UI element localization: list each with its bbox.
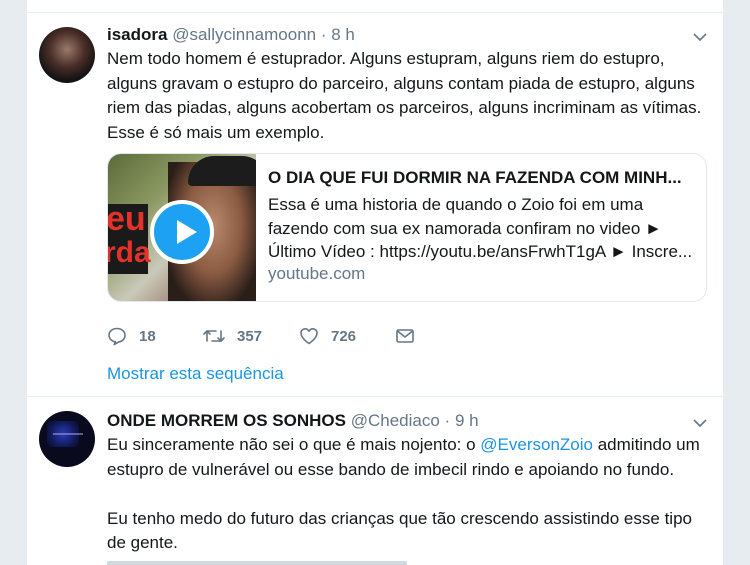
envelope-icon <box>396 329 414 343</box>
author-handle[interactable]: @sallycinnamoonn <box>172 25 316 44</box>
tweet-text-line: estupro de vulnerável ou esse bando de i… <box>107 459 675 479</box>
thumbnail-image <box>188 156 256 186</box>
play-icon[interactable] <box>150 200 214 264</box>
tweet-text-line: Eu sinceramente não sei o que é mais noj… <box>107 433 700 458</box>
direct-message-button[interactable] <box>395 326 427 346</box>
chevron-down-icon[interactable] <box>693 416 707 430</box>
tweet-text-line: Esse é só mais um exemplo. <box>107 122 325 142</box>
reply-count: 18 <box>139 327 156 345</box>
retweet-icon <box>203 330 225 342</box>
time-separator: · <box>444 411 451 430</box>
author-handle[interactable]: @Chediaco <box>351 411 440 430</box>
like-button[interactable]: 726 <box>299 326 356 346</box>
tweet-text-line: Eu tenho medo do futuro das crianças que… <box>107 508 692 528</box>
time-separator: · <box>320 25 327 44</box>
card-description: Essa é uma historia de quando o Zoio foi… <box>268 193 698 264</box>
card-description-line: Último Vídeo : https://youtu.be/ansFrwhT… <box>268 242 693 261</box>
divider <box>27 396 723 397</box>
reply-icon <box>108 327 126 346</box>
card-description-line: fazendo com sua ex namorada confiram no … <box>268 218 662 238</box>
avatar[interactable] <box>39 411 95 467</box>
tweet-text-line: Nem todo homem é estuprador. Alguns estu… <box>107 49 665 68</box>
like-count: 726 <box>331 327 357 345</box>
mention-link[interactable]: @EversonZoio <box>480 435 593 454</box>
video-thumbnail[interactable]: eu rda <box>108 154 256 301</box>
author-name[interactable]: ONDE MORREM OS SONHOS <box>107 411 346 430</box>
retweet-button[interactable]: 357 <box>203 326 262 346</box>
timeline-column: isadora @sallycinnamoonn · 8 h Nem todo … <box>26 0 724 565</box>
link-card[interactable]: eu rda O DIA QUE FUI DORMIR NA FAZENDA C… <box>107 153 707 302</box>
author-name[interactable]: isadora <box>107 25 167 44</box>
tweet-header: ONDE MORREM OS SONHOS @Chediaco · 9 h <box>107 411 479 431</box>
card-description-line: Essa é uma historia de quando o Zoio foi… <box>268 195 644 214</box>
divider <box>27 12 723 13</box>
tweet-text-line: alguns gravam o estupro do parceiro, alg… <box>107 73 695 93</box>
thumbnail-text-line: rda <box>108 236 151 269</box>
avatar[interactable] <box>39 27 95 83</box>
thumbnail-text-line: eu <box>108 200 146 238</box>
retweet-count: 357 <box>237 327 263 345</box>
thumbnail-text: eu rda <box>108 200 151 274</box>
tweet-text-line: riem das piadas, alguns acobertam os par… <box>107 98 702 117</box>
tweet-actions: 18 357 726 <box>107 326 447 346</box>
card-domain: youtube.com <box>268 264 366 283</box>
card-title[interactable]: O DIA QUE FUI DORMIR NA FAZENDA COM MINH… <box>268 168 698 188</box>
chevron-down-icon[interactable] <box>693 30 707 44</box>
media-preview-edge <box>107 561 407 565</box>
tweet-header: isadora @sallycinnamoonn · 8 h <box>107 25 355 45</box>
tweet-text-segment: Eu sinceramente não sei o que é mais noj… <box>107 435 481 454</box>
tweet-text: Eu sinceramente não sei o que é mais noj… <box>107 433 700 556</box>
tweet-text-segment: admitindo um <box>593 435 700 454</box>
reply-button[interactable]: 18 <box>107 326 156 346</box>
show-thread-link[interactable]: Mostrar esta sequência <box>107 364 284 384</box>
avatar-image <box>53 433 83 435</box>
tweet-time[interactable]: 8 h <box>331 25 355 44</box>
tweet-time[interactable]: 9 h <box>455 411 479 430</box>
heart-icon <box>300 328 318 345</box>
tweet-text-line: de gente. <box>107 533 178 552</box>
tweet-text: Nem todo homem é estuprador. Alguns estu… <box>107 47 701 145</box>
